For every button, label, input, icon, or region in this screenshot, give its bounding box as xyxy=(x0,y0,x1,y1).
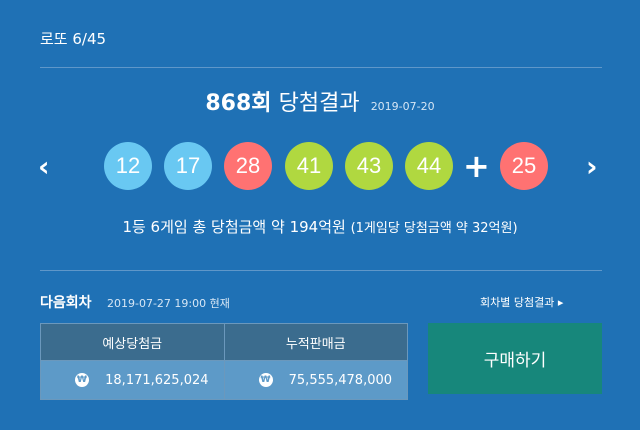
winning-ball-4: 41 xyxy=(285,142,333,190)
expected-prize-cell: ₩ 18,171,625,024 xyxy=(40,360,225,400)
winning-ball-2: 17 xyxy=(164,142,212,190)
middle-divider xyxy=(40,270,602,271)
round-suffix: 당첨결과 xyxy=(278,91,360,116)
won-icon: ₩ xyxy=(258,373,273,387)
app-title: 로또 6/45 xyxy=(40,30,107,48)
stats-table: 예상당첨금 누적판매금 ₩ 18,171,625,024 ₩ 75,555,47… xyxy=(40,323,408,400)
winning-ball-5: 43 xyxy=(345,142,393,190)
prize-summary: 1등 6게임 총 당첨금액 약 194억원 (1게임당 당첨금액 약 32억원) xyxy=(0,216,640,237)
expected-prize-header: 예상당첨금 xyxy=(40,323,225,361)
round-date: 2019-07-20 xyxy=(370,100,435,113)
winning-numbers: 12 17 28 41 43 44 + 25 xyxy=(0,142,640,192)
prize-main-text: 1등 6게임 총 당첨금액 약 194억원 xyxy=(122,218,346,236)
total-sales-value: 75,555,478,000 xyxy=(288,372,393,388)
top-divider xyxy=(40,67,602,68)
plus-icon: + xyxy=(463,147,490,185)
next-draw-info: 2019-07-27 19:00 현재 xyxy=(107,297,230,310)
prize-detail-text: (1게임당 당첨금액 약 32억원) xyxy=(350,221,518,236)
total-sales-header: 누적판매금 xyxy=(223,323,408,361)
bonus-ball: 25 xyxy=(500,142,548,190)
won-icon: ₩ xyxy=(75,373,89,387)
winning-ball-1: 12 xyxy=(104,142,152,190)
buy-button[interactable]: 구매하기 xyxy=(428,323,602,394)
next-draw-label: 다음회차 xyxy=(40,295,92,311)
round-number: 868회 xyxy=(205,91,272,116)
winning-ball-6: 44 xyxy=(405,142,453,190)
winning-ball-3: 28 xyxy=(224,142,272,190)
total-sales-cell: ₩ 75,555,478,000 xyxy=(223,360,408,400)
round-title: 868회 당첨결과 2019-07-20 xyxy=(0,85,640,117)
round-history-link[interactable]: 회차별 당첨결과 ▸ xyxy=(480,294,563,310)
expected-prize-value: 18,171,625,024 xyxy=(105,372,209,388)
